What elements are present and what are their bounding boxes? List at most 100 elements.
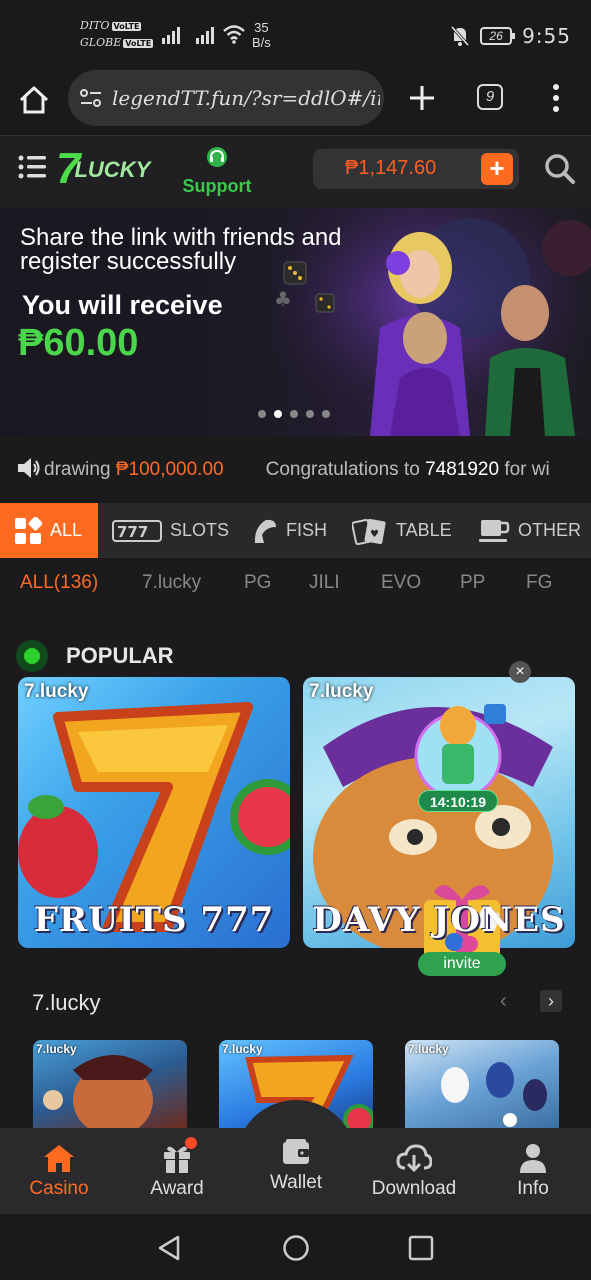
browser-toolbar: legendTT.fun/?sr=ddlO#/inc 9 <box>0 70 591 136</box>
support-button[interactable]: Support <box>180 145 254 197</box>
provider-tag: 7.lucky <box>408 1042 449 1056</box>
more-menu-icon[interactable] <box>548 82 564 114</box>
game-card-fruits-777[interactable]: 7.lucky FRUITS 777 <box>18 677 290 948</box>
grid-icon <box>15 516 42 544</box>
page: DITO VoLTE GLOBE VoLTE 35 B/s 26 9:55 le… <box>0 0 591 1280</box>
tab-other[interactable]: OTHER <box>478 503 581 558</box>
cup-icon <box>479 519 510 542</box>
provider-tag: 7.lucky <box>222 1042 263 1056</box>
download-icon <box>396 1144 432 1173</box>
carrier-2: GLOBE <box>80 36 122 49</box>
home-circle-icon[interactable] <box>282 1234 310 1262</box>
nav-info[interactable]: Info <box>478 1128 588 1214</box>
tab-slots[interactable]: 777 SLOTS <box>112 503 229 558</box>
net-speed: 35 B/s <box>252 20 271 50</box>
system-nav-bar <box>0 1214 591 1280</box>
section-title-7lucky: 7.lucky <box>32 990 101 1015</box>
wifi-icon <box>223 25 245 44</box>
provider-all[interactable]: ALL(136) <box>20 572 98 594</box>
provider-pp[interactable]: PP <box>460 572 485 594</box>
provider-7lucky[interactable]: 7.lucky <box>142 572 201 594</box>
nav-download[interactable]: Download <box>359 1128 469 1214</box>
pagination-dot[interactable] <box>322 410 330 418</box>
nav-wallet[interactable]: Wallet <box>241 1122 351 1208</box>
carrier-1: DITO <box>80 19 110 32</box>
signal-icon <box>162 27 180 44</box>
nav-casino[interactable]: Casino <box>4 1128 114 1214</box>
deposit-button[interactable]: + <box>481 153 513 185</box>
marquee-text: drawing ₱100,000.00 Congratulations to 74… <box>44 459 550 480</box>
signal-icon <box>196 27 214 44</box>
support-label: Support <box>182 176 252 196</box>
game-title: FRUITS 777 <box>33 900 275 940</box>
banner-subheadline: You will receive <box>22 290 223 320</box>
invite-button[interactable]: invite <box>418 952 506 976</box>
nav-award[interactable]: Award <box>122 1128 232 1214</box>
site-header: 7LUCKY Support ₱1,147.60 + <box>0 137 591 207</box>
banner-reward-amount: ₱60.00 <box>18 322 139 364</box>
popular-title: POPULAR <box>66 643 174 668</box>
recents-icon[interactable] <box>408 1235 434 1261</box>
provider-tag: 7.lucky <box>36 1042 77 1056</box>
site-settings-icon[interactable] <box>80 88 102 108</box>
balance-box: ₱1,147.60 + <box>313 149 519 189</box>
pagination-dot-active[interactable] <box>274 410 282 418</box>
provider-evo[interactable]: EVO <box>381 572 421 594</box>
headset-icon <box>207 147 227 167</box>
carousel-prev-button[interactable]: ‹ <box>500 990 507 1013</box>
battery-indicator: 26 <box>480 27 516 45</box>
pagination-dot[interactable] <box>258 410 266 418</box>
carrier-info: DITO VoLTE GLOBE VoLTE <box>80 18 154 52</box>
speaker-icon <box>18 458 40 478</box>
game-title: DAVY JONES <box>312 900 566 940</box>
game-thumb-football[interactable]: 7.lucky <box>405 1040 559 1130</box>
site-logo[interactable]: 7LUCKY <box>56 147 150 191</box>
winners-marquee: drawing ₱100,000.00 Congratulations to 74… <box>0 437 591 503</box>
wallet-icon <box>283 1139 309 1164</box>
carousel-next-button[interactable]: › <box>540 990 562 1012</box>
status-right: 26 9:55 <box>450 24 571 48</box>
hamburger-menu-icon[interactable] <box>18 155 46 179</box>
provider-pg[interactable]: PG <box>244 572 271 594</box>
game-thumb-pirate[interactable]: 7.lucky <box>33 1040 187 1130</box>
svg-text:♥: ♥ <box>370 529 379 540</box>
new-tab-icon[interactable] <box>406 82 438 114</box>
provider-jili[interactable]: JILI <box>309 572 340 594</box>
status-bar: DITO VoLTE GLOBE VoLTE 35 B/s 26 9:55 <box>0 0 591 70</box>
clock: 9:55 <box>522 24 571 48</box>
pagination-dot[interactable] <box>306 410 314 418</box>
bottom-nav: Casino Award Wallet Download Info <box>0 1128 591 1214</box>
category-tabs: ALL 777 SLOTS FISH ♥ TABLE OTHER <box>0 503 591 558</box>
balance-amount: ₱1,147.60 <box>345 157 437 179</box>
volte-badge: VoLTE <box>123 39 154 48</box>
url-text[interactable]: legendTT.fun/?sr=ddlO#/inc <box>112 86 380 110</box>
volte-badge: VoLTE <box>111 22 142 31</box>
provider-filter: ALL(136) 7.lucky PG JILI EVO PP FG <box>0 560 591 606</box>
provider-tag: 7.lucky <box>24 681 89 702</box>
cards-icon: ♥ <box>352 518 386 545</box>
banner-headline: Share the link with friends and register… <box>20 224 342 275</box>
svg-text:777: 777 <box>117 523 148 541</box>
pagination-dot[interactable] <box>290 410 298 418</box>
search-icon[interactable] <box>544 153 576 185</box>
award-notification-dot <box>185 1137 197 1149</box>
home-icon[interactable] <box>16 82 52 118</box>
close-float-button[interactable]: × <box>509 661 531 683</box>
address-bar[interactable]: legendTT.fun/?sr=ddlO#/inc <box>68 70 384 126</box>
fish-icon <box>254 519 276 543</box>
bell-muted-icon <box>450 26 470 46</box>
tab-fish[interactable]: FISH <box>252 503 327 558</box>
tab-all[interactable]: ALL <box>0 503 98 558</box>
home-icon <box>44 1145 74 1172</box>
back-icon[interactable] <box>156 1234 182 1262</box>
provider-fg[interactable]: FG <box>526 572 552 594</box>
tab-table[interactable]: ♥ TABLE <box>352 503 452 558</box>
tab-switcher-button[interactable]: 9 <box>477 84 503 110</box>
popular-indicator-icon <box>16 640 48 672</box>
provider-tag: 7.lucky <box>309 681 374 702</box>
user-icon <box>520 1144 546 1173</box>
reward-timer: 14:10:19 <box>418 790 498 812</box>
promo-banner[interactable]: ♣ Share the link with friends and regist… <box>0 208 591 436</box>
banner-pagination[interactable] <box>258 410 330 418</box>
svg-text:♣: ♣ <box>274 287 292 311</box>
